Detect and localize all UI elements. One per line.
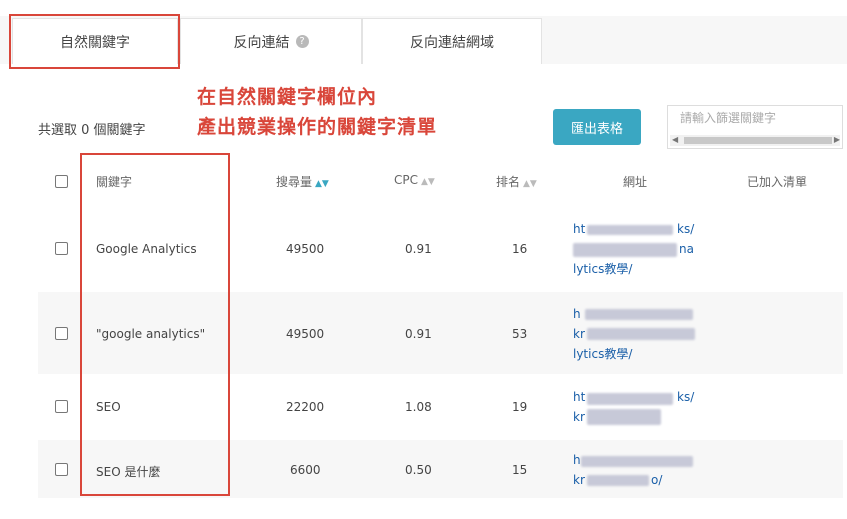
volume-cell: 49500: [286, 327, 325, 341]
url-line: h: [573, 307, 581, 321]
redacted-blur: [587, 409, 661, 425]
annotation-line-2: 產出競業操作的關鍵字清單: [197, 116, 438, 138]
row-checkbox[interactable]: [55, 463, 68, 476]
header-cpc[interactable]: CPC ▲▼: [394, 173, 435, 187]
redacted-blur: [573, 243, 677, 257]
export-table-button[interactable]: 匯出表格: [553, 109, 641, 145]
scroll-right-icon[interactable]: ▶: [834, 135, 840, 144]
header-url: 網址: [623, 175, 648, 189]
header-volume[interactable]: 搜尋量 ▲▼: [276, 173, 329, 190]
cpc-cell: 0.91: [405, 242, 432, 256]
keyword-filter-input[interactable]: [678, 110, 832, 126]
header-added-list: 已加入清單: [747, 175, 808, 189]
rank-cell: 53: [512, 327, 528, 341]
cpc-cell: 1.08: [405, 400, 432, 414]
redacted-blur: [587, 328, 695, 340]
row-checkbox[interactable]: [55, 242, 68, 255]
scroll-left-icon[interactable]: ◀: [672, 135, 678, 144]
url-line: kr: [573, 473, 585, 487]
url-line: ht: [573, 222, 586, 236]
keyword-filter-box[interactable]: ◀ ▶: [667, 105, 843, 149]
annotation-line-1: 在自然關鍵字欄位內: [197, 86, 378, 108]
tab-backlinks[interactable]: 反向連結?: [180, 18, 362, 64]
url-line: o/: [651, 473, 663, 487]
cpc-cell: 0.50: [405, 463, 432, 477]
redacted-blur: [587, 225, 673, 235]
header-rank[interactable]: 排名 ▲▼: [496, 173, 537, 190]
url-line: lytics教學/: [573, 262, 633, 276]
horizontal-scrollbar[interactable]: ◀ ▶: [670, 135, 840, 146]
header-cpc-label: CPC: [394, 173, 418, 187]
keyword-column-highlight-box: [80, 153, 230, 496]
header-volume-label: 搜尋量: [276, 175, 313, 189]
url-line: kr: [573, 327, 585, 341]
rank-cell: 16: [512, 242, 528, 256]
tab-highlight-box: [9, 14, 180, 69]
redacted-blur: [587, 475, 649, 486]
sort-icon[interactable]: ▲▼: [523, 179, 537, 189]
volume-cell: 6600: [290, 463, 321, 477]
tab-backlinks-label: 反向連結: [233, 34, 290, 51]
volume-cell: 49500: [286, 242, 325, 256]
url-line: h: [573, 453, 581, 467]
scrollbar-thumb[interactable]: [684, 137, 832, 144]
redacted-blur: [581, 456, 693, 467]
header-rank-label: 排名: [496, 175, 521, 189]
tab-referring-domains-label: 反向連結網域: [410, 34, 494, 51]
url-line: ks/: [677, 222, 695, 236]
select-all-checkbox[interactable]: [55, 175, 68, 188]
cpc-cell: 0.91: [405, 327, 432, 341]
selected-count: 共選取 0 個關鍵字: [38, 123, 146, 138]
url-line: ks/: [677, 390, 695, 404]
row-checkbox[interactable]: [55, 327, 68, 340]
url-line: kr: [573, 410, 585, 424]
volume-cell: 22200: [286, 400, 325, 414]
url-line: na: [679, 242, 694, 256]
rank-cell: 19: [512, 400, 528, 414]
redacted-blur: [585, 309, 693, 320]
sort-icon[interactable]: ▲▼: [315, 179, 329, 189]
url-line: lytics教學/: [573, 347, 633, 361]
sort-icon[interactable]: ▲▼: [421, 177, 435, 187]
row-checkbox[interactable]: [55, 400, 68, 413]
rank-cell: 15: [512, 463, 528, 477]
redacted-blur: [587, 393, 673, 405]
url-line: ht: [573, 390, 586, 404]
tab-referring-domains[interactable]: 反向連結網域: [362, 18, 542, 64]
help-icon[interactable]: ?: [295, 35, 309, 48]
